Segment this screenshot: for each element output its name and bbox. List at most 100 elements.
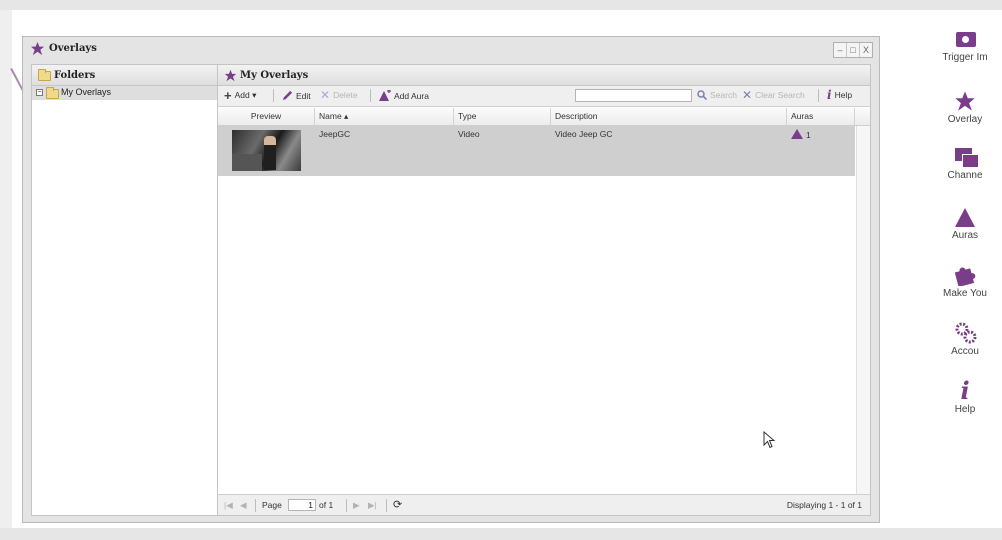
- previous-page-button[interactable]: ◀: [240, 500, 247, 511]
- folders-panel-title: Folders: [54, 70, 96, 81]
- sidebar-item-label: Trigger Im: [942, 52, 988, 63]
- sidebar-item-label: Accou: [951, 346, 979, 357]
- folder-icon: [38, 69, 51, 81]
- plus-icon: +: [224, 87, 232, 103]
- column-header-preview[interactable]: Preview: [218, 108, 315, 125]
- pencil-icon: [282, 90, 293, 101]
- column-header-name[interactable]: Name ▴: [315, 108, 454, 125]
- toolbar-separator: [273, 89, 274, 102]
- puzzle-icon: [954, 267, 976, 286]
- clear-search-label: Clear Search: [755, 90, 805, 100]
- folder-icon: [46, 87, 59, 99]
- column-header-auras[interactable]: Auras: [787, 108, 855, 125]
- page-number-input[interactable]: 1: [288, 499, 316, 511]
- overlays-toolbar: + Add ▾ Edit ✕ Delete Add Aura Search ✕ …: [218, 86, 870, 107]
- sidebar-item-trigger-images[interactable]: Trigger Im: [928, 28, 1002, 63]
- sidebar-item-channels[interactable]: Channe: [928, 146, 1002, 181]
- pager-separator: [346, 499, 347, 512]
- aura-count: 1: [806, 130, 811, 140]
- tree-item-my-overlays[interactable]: − My Overlays: [32, 86, 233, 100]
- desktop-top-band: [0, 0, 1002, 10]
- info-icon: i: [960, 376, 970, 405]
- clear-x-icon: ✕: [742, 88, 753, 102]
- aura-triangle-icon: [955, 208, 975, 227]
- add-button-label: Add ▾: [234, 90, 257, 100]
- window-titlebar[interactable]: Overlays – □ X: [23, 37, 879, 61]
- channels-icon: [953, 146, 979, 168]
- thumbnail-car: [232, 154, 262, 171]
- first-page-button[interactable]: |◀: [224, 500, 233, 511]
- desktop-left-band: [0, 10, 12, 528]
- overlay-star-icon: [224, 69, 237, 82]
- add-aura-button[interactable]: Add Aura: [378, 90, 429, 101]
- delete-button[interactable]: ✕ Delete: [320, 88, 358, 102]
- pager-separator: [386, 499, 387, 512]
- add-button[interactable]: + Add ▾: [224, 87, 257, 103]
- cell-type: Video: [458, 129, 480, 139]
- camera-icon: [954, 28, 976, 50]
- close-button[interactable]: X: [859, 43, 872, 57]
- mouse-cursor-icon: [763, 431, 775, 449]
- sidebar-item-make-your[interactable]: Make You: [928, 264, 1002, 299]
- next-page-button[interactable]: ▶: [353, 500, 360, 511]
- my-overlays-header: My Overlays: [218, 65, 870, 86]
- sidebar-item-label: Overlay: [947, 114, 983, 125]
- delete-x-icon: ✕: [320, 88, 331, 102]
- search-button[interactable]: Search: [697, 90, 737, 100]
- overlay-star-icon: [955, 91, 975, 111]
- search-icon: [697, 90, 707, 100]
- last-page-button[interactable]: ▶|: [368, 500, 377, 511]
- sidebar-item-auras[interactable]: Auras: [928, 206, 1002, 241]
- clear-search-button[interactable]: ✕ Clear Search: [742, 88, 805, 102]
- table-row[interactable]: JeepGC Video Video Jeep GC 1: [218, 126, 855, 176]
- page-count: of 1: [319, 500, 334, 510]
- sidebar-item-overlays[interactable]: Overlay: [928, 90, 1002, 125]
- sidebar-item-help[interactable]: i Help: [928, 376, 1002, 416]
- maximize-button[interactable]: □: [846, 43, 859, 57]
- overlays-window: Overlays – □ X Folders − My Overlays My …: [22, 36, 880, 523]
- my-overlays-title: My Overlays: [240, 70, 309, 81]
- pager-separator: [255, 499, 256, 512]
- toolbar-separator: [370, 89, 371, 102]
- edit-button-label: Edit: [296, 90, 311, 101]
- help-button[interactable]: i Help: [827, 88, 853, 102]
- displaying-status: Displaying 1 - 1 of 1: [786, 500, 862, 510]
- window-controls: – □ X: [833, 42, 873, 58]
- desktop-bottom-band: [0, 528, 1002, 540]
- tree-item-label: My Overlays: [61, 87, 112, 97]
- overlay-star-icon: [30, 41, 45, 56]
- sidebar-item-label: Auras: [951, 230, 979, 241]
- aura-triangle-icon: [791, 129, 803, 139]
- minimize-button[interactable]: –: [834, 43, 846, 57]
- cell-name: JeepGC: [319, 129, 351, 139]
- toolbar-separator: [818, 89, 819, 102]
- sidebar-item-label: Channe: [947, 170, 983, 181]
- cell-description: Video Jeep GC: [555, 129, 613, 139]
- overlay-preview-thumbnail: [232, 130, 301, 171]
- column-header-description[interactable]: Description: [551, 108, 787, 125]
- page-label: Page: [262, 500, 282, 510]
- sidebar-item-label: Make You: [943, 288, 987, 299]
- gears-icon: [955, 322, 977, 344]
- thumbnail-person: [264, 136, 276, 170]
- help-button-label: Help: [834, 90, 853, 100]
- delete-button-label: Delete: [333, 90, 358, 100]
- folders-panel: Folders − My Overlays: [31, 64, 234, 516]
- paging-toolbar: |◀ ◀ Page 1 of 1 ▶ ▶| ⟳ Displaying 1 - 1…: [218, 494, 870, 515]
- grid-header: Preview Name ▴ Type Description Auras: [218, 108, 870, 126]
- refresh-icon[interactable]: ⟳: [393, 498, 402, 511]
- sidebar-item-label: Help: [954, 404, 976, 415]
- search-input[interactable]: [575, 89, 692, 102]
- folders-panel-header: Folders: [32, 65, 233, 86]
- sidebar-item-account[interactable]: Accou: [928, 322, 1002, 357]
- window-title: Overlays: [49, 43, 97, 54]
- add-aura-button-label: Add Aura: [394, 90, 429, 101]
- search-button-label: Search: [710, 90, 737, 100]
- info-icon: i: [827, 88, 832, 102]
- column-header-type[interactable]: Type: [454, 108, 551, 125]
- cell-auras: 1: [791, 129, 811, 140]
- grid-scrollbar[interactable]: [856, 126, 870, 496]
- edit-button[interactable]: Edit: [282, 90, 311, 101]
- tree-collapse-icon[interactable]: −: [36, 89, 43, 96]
- add-aura-icon: [379, 90, 391, 101]
